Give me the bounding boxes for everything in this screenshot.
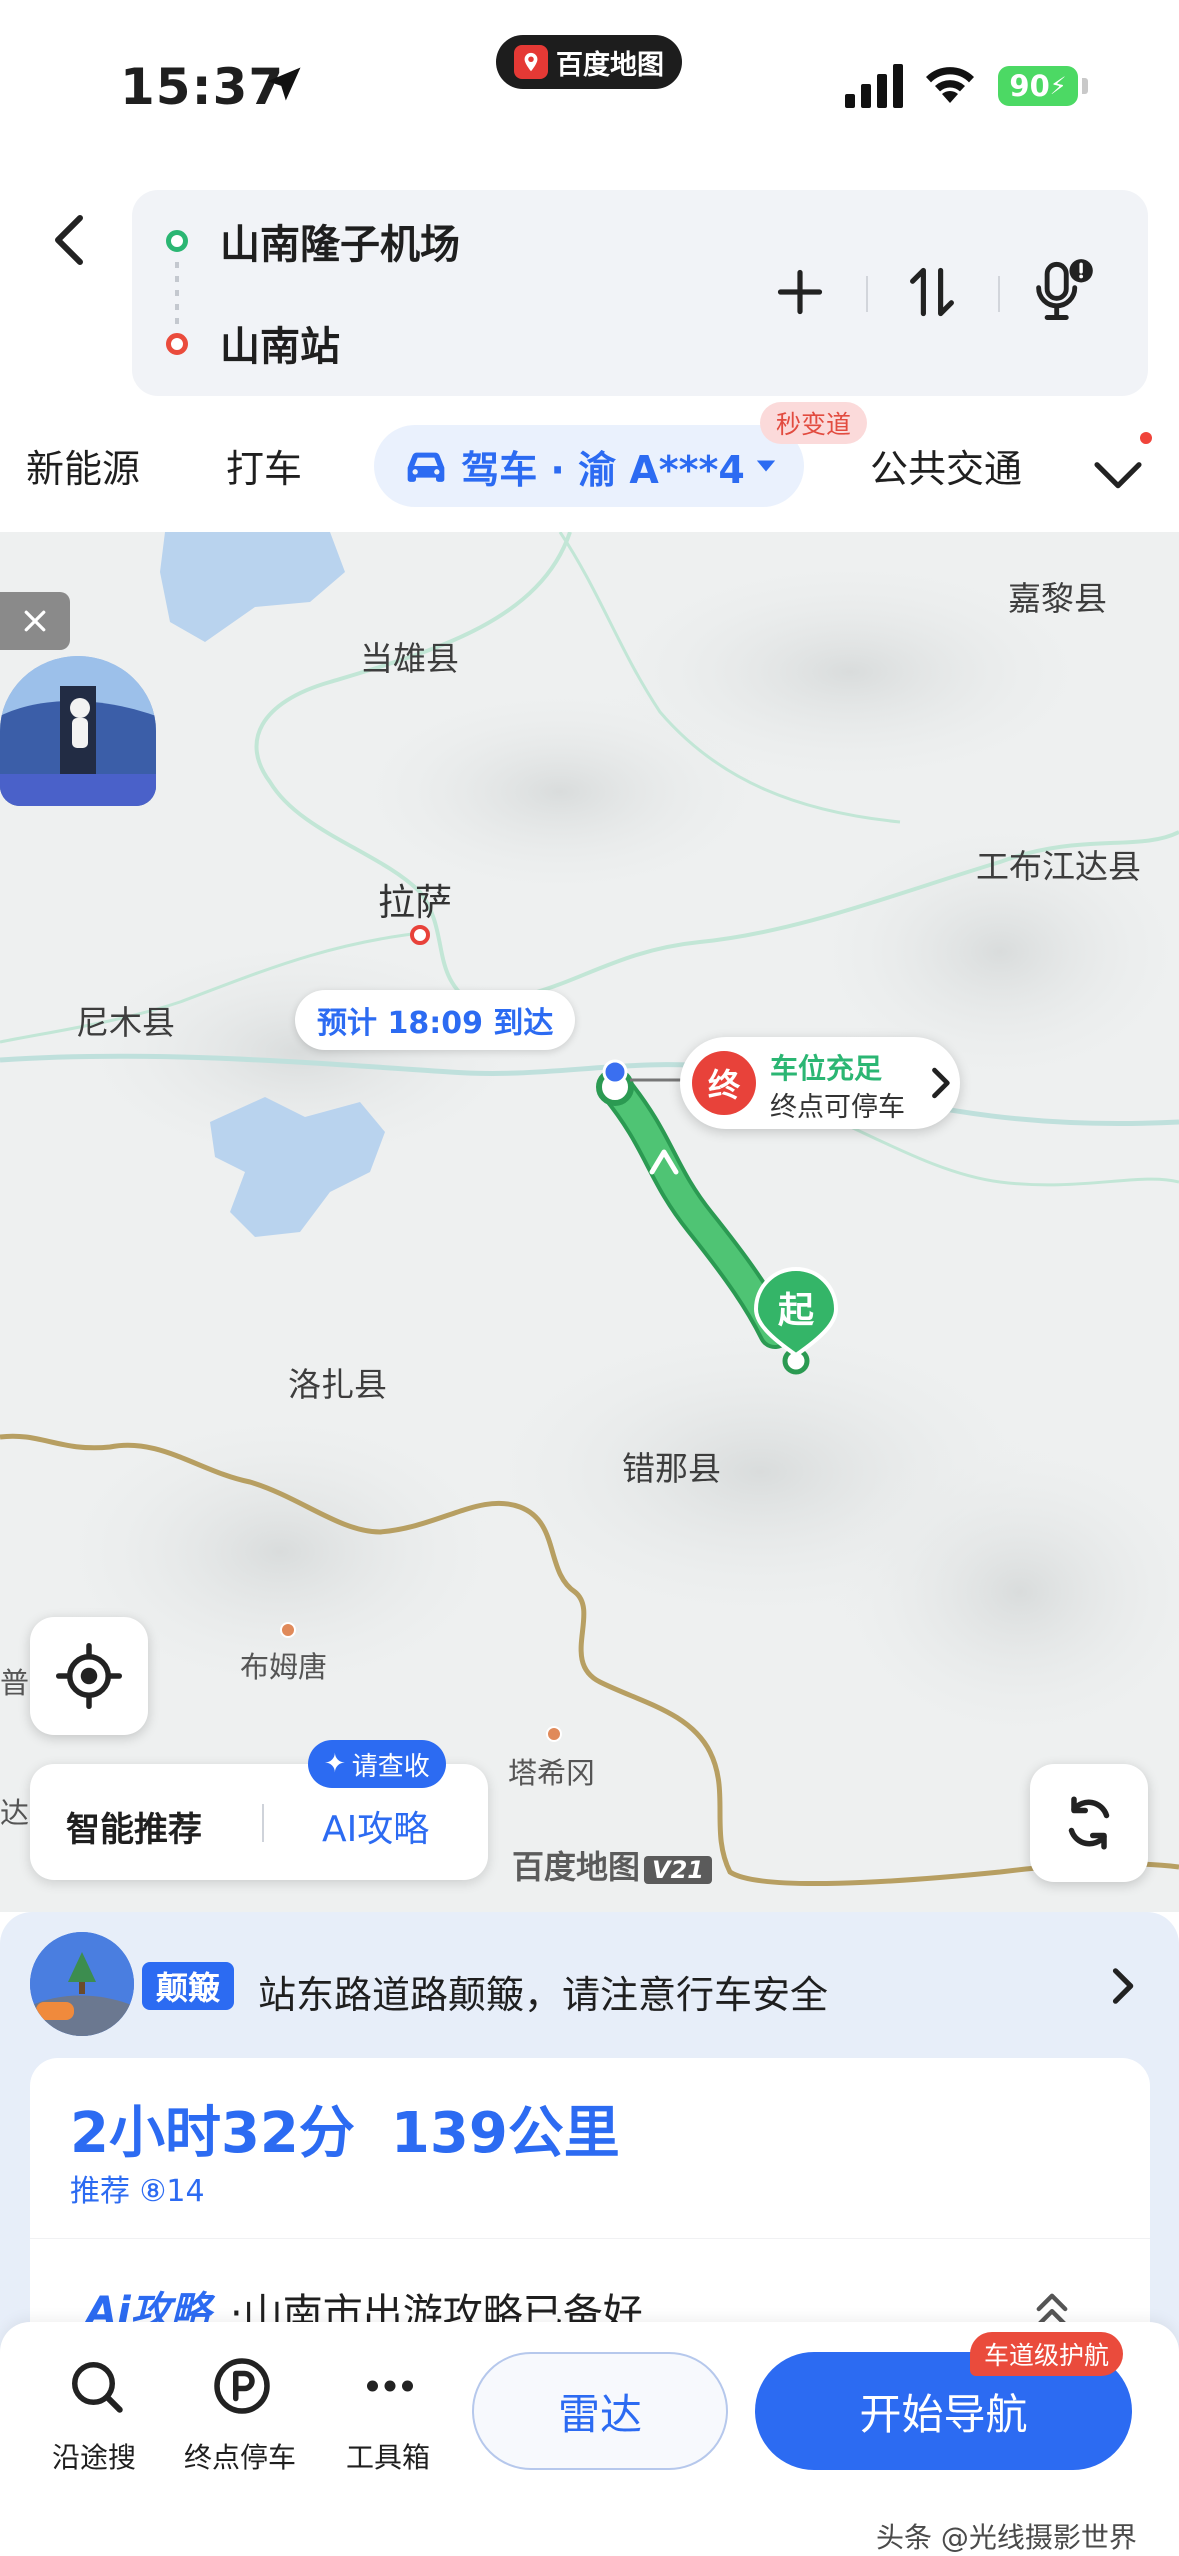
map-base [0, 532, 1179, 1887]
add-waypoint-button[interactable] [760, 252, 840, 332]
parking-icon [214, 2358, 270, 2414]
microphone-icon [1036, 259, 1093, 320]
chevron-right-icon [932, 1067, 950, 1099]
battery-nub [1082, 78, 1088, 94]
parking-note: 终点可停车 [770, 1092, 905, 1123]
map-label-taxigang: 塔希冈 [508, 1756, 596, 1790]
destination-field[interactable]: 山南站 [220, 314, 340, 372]
sparkle-icon: ✦ [324, 1749, 346, 1779]
end-parking-button[interactable]: 终点停车 [170, 2356, 310, 2496]
voice-input-button[interactable] [1022, 252, 1102, 332]
map-label-lasa: 拉萨 [378, 881, 452, 924]
map-label-edge-pu: 普 [0, 1666, 30, 1700]
origin-field[interactable]: 山南隆子机场 [220, 212, 460, 270]
back-button[interactable] [40, 200, 100, 280]
lane-level-badge: 车道级护航 [970, 2332, 1124, 2376]
route-summary: 2小时32分 139公里 [70, 2088, 620, 2169]
check-in-badge: ✦ 请查收 [308, 1740, 446, 1788]
tab-new-energy[interactable]: 新能源 [26, 438, 140, 493]
road-warning-text: 站东路道路颠簸，请注意行车安全 [258, 1973, 829, 2017]
close-video-button[interactable] [0, 592, 70, 650]
travel-mode-tabs: 新能源 打车 驾车 · 渝 A***4 秒变道 公共交通 [0, 402, 1179, 530]
swap-arrows-icon [910, 267, 954, 317]
radar-button[interactable]: 雷达 [472, 2352, 728, 2470]
car-icon [407, 452, 445, 482]
chevron-left-icon [55, 215, 83, 265]
plus-icon [777, 269, 823, 315]
watermark-text: 百度地图 [512, 1848, 641, 1886]
locate-me-button[interactable] [30, 1617, 148, 1735]
video-thumbnail[interactable] [0, 656, 156, 806]
charging-bolt-icon: ⚡ [1049, 72, 1067, 100]
swap-route-button[interactable] [892, 252, 972, 332]
destination-dot-icon [166, 333, 188, 355]
route-input-box: 山南隆子机场 山南站 [132, 190, 1148, 396]
bumpy-road-icon [30, 1932, 134, 2036]
search-along-button[interactable]: 沿途搜 [24, 2356, 164, 2496]
location-arrow-icon [267, 67, 301, 101]
status-bar: 15:37 百度地图 90 ⚡ [0, 0, 1179, 150]
end-parking-label: 终点停车 [183, 2441, 296, 2474]
map-watermark: 百度地图 V21 [512, 1842, 712, 1888]
smart-recommend-button[interactable]: 智能推荐 [66, 1802, 202, 1851]
search-along-label: 沿途搜 [51, 2441, 136, 2474]
toolbox-label: 工具箱 [345, 2441, 430, 2474]
map-label-nimu: 尼木县 [76, 1003, 175, 1042]
search-icon [72, 2362, 123, 2413]
start-marker: 起 [750, 1267, 842, 1375]
crosshair-icon [56, 1643, 122, 1709]
road-warning-thumbnail [30, 1932, 134, 2036]
route-recommend-tag: 推荐 ⑧14 [70, 2174, 205, 2209]
destination-parking-card[interactable]: 终 车位充足 终点可停车 [680, 1037, 960, 1129]
divider [262, 1804, 264, 1842]
notification-dot [1140, 432, 1152, 444]
refresh-icon [1068, 1796, 1110, 1850]
caret-down-icon [756, 460, 775, 472]
cellular-signal-icon [845, 64, 903, 108]
app-name: 百度地图 [556, 49, 664, 81]
lane-change-badge: 秒变道 [760, 402, 868, 444]
map-label-luozha: 洛扎县 [288, 1365, 387, 1404]
chevron-down-icon[interactable] [1090, 446, 1146, 502]
route-duration: 2小时32分 [70, 2101, 355, 2166]
baidu-maps-logo-icon [514, 45, 548, 79]
route-distance: 139公里 [390, 2101, 620, 2166]
map-label-edge-da: 达 [0, 1796, 30, 1830]
map-label-jiali: 嘉黎县 [1008, 579, 1107, 618]
refresh-route-button[interactable] [1030, 1764, 1148, 1882]
toolbox-button[interactable]: 工具箱 [318, 2356, 458, 2496]
parking-status: 车位充足 [770, 1052, 883, 1085]
map-label-bumutang: 布姆唐 [240, 1650, 328, 1684]
tab-drive[interactable]: 驾车 · 渝 A***4 [374, 425, 804, 507]
tab-drive-label: 驾车 · 渝 A***4 [461, 447, 745, 492]
map-label-gongbujiangda: 工布江达县 [976, 847, 1141, 886]
status-time: 15:37 [120, 58, 285, 116]
ai-guide-button[interactable]: AI攻略 [322, 1800, 429, 1852]
divider [998, 276, 1000, 312]
source-watermark: 头条 @光线摄影世界 [876, 2521, 1137, 2554]
tab-public-transit[interactable]: 公共交通 [870, 438, 1022, 493]
destination-badge: 终 [692, 1051, 756, 1115]
bumpy-tag: 颠簸 [142, 1962, 235, 2010]
battery-level: 90 [1009, 69, 1050, 103]
battery-indicator: 90 ⚡ [998, 66, 1078, 106]
cyclist-thumbnail-icon [0, 656, 156, 806]
eta-bubble: 预计 18:09 到达 [295, 990, 576, 1050]
map-label-dangxiong: 当雄县 [360, 639, 459, 678]
wifi-icon [926, 67, 974, 103]
route-connector [175, 262, 179, 328]
start-badge: 起 [777, 1290, 814, 1331]
check-in-label: 请查收 [351, 1751, 430, 1782]
map-label-cuona: 错那县 [622, 1449, 721, 1488]
divider [866, 276, 868, 312]
map-view[interactable]: 嘉黎县 当雄县 工布江达县 拉萨 尼木县 洛扎县 错那县 布姆唐 塔希冈 普 达… [0, 532, 1179, 1912]
app-back-pill[interactable]: 百度地图 [496, 35, 682, 89]
chevron-right-icon [1112, 1968, 1134, 2004]
more-dots-icon [367, 2380, 413, 2392]
tab-taxi[interactable]: 打车 [226, 438, 302, 493]
close-icon [24, 610, 46, 632]
watermark-version: V21 [644, 1856, 712, 1884]
origin-dot-icon [166, 230, 188, 252]
road-warning-row[interactable]: 颠簸 站东路道路颠簸，请注意行车安全 [30, 1932, 1150, 2040]
